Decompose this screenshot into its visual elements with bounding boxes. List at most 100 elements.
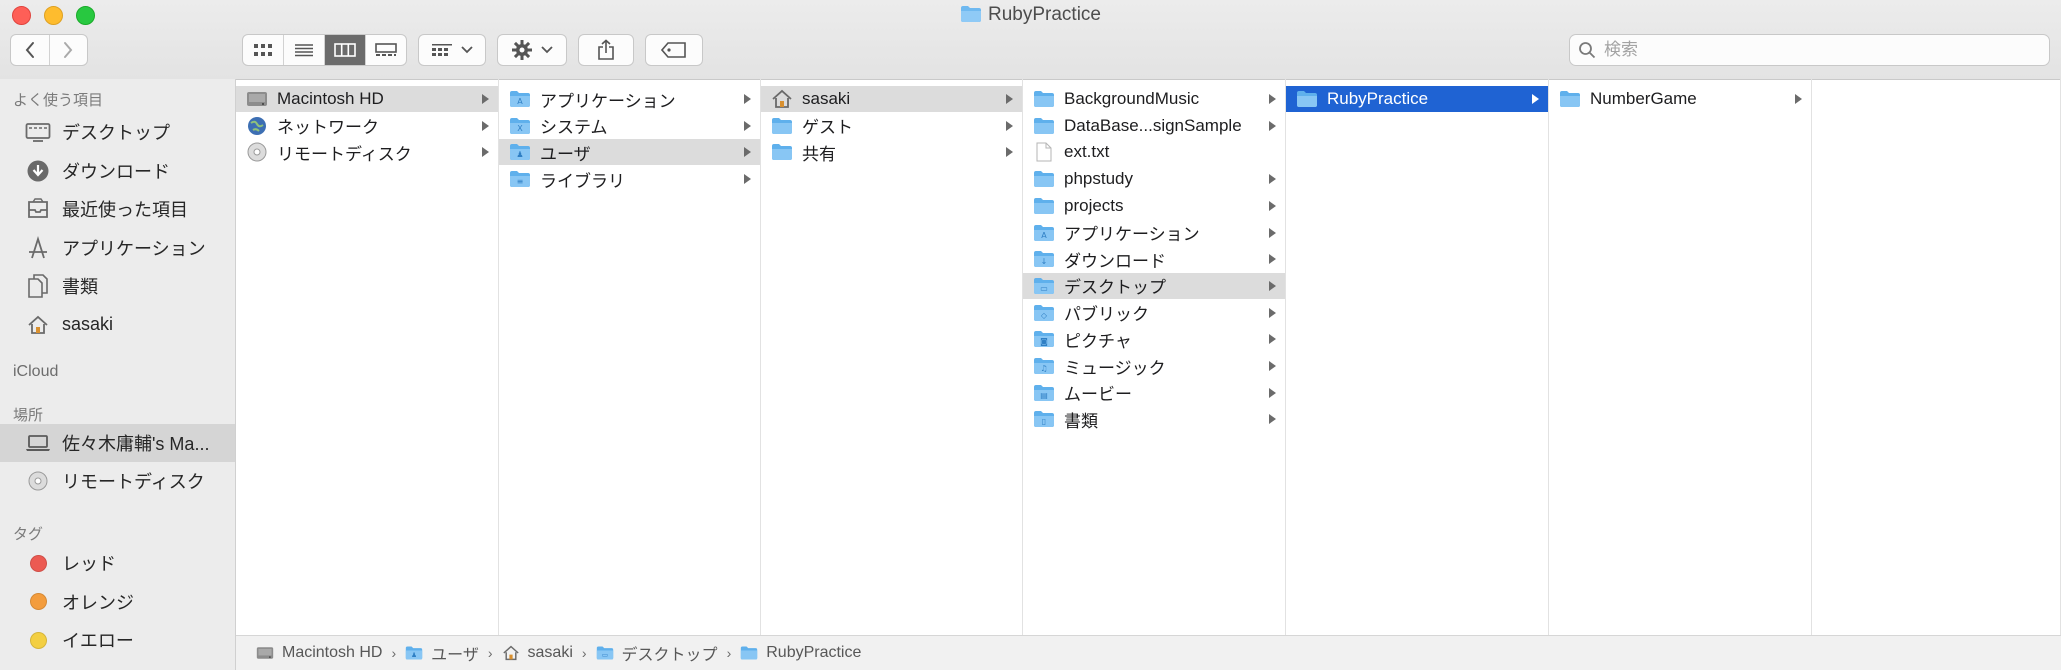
path-crumb[interactable]: ♟ ユーザ [405,641,479,665]
file-row[interactable]: X システム [499,113,760,139]
group-by-button[interactable] [418,34,486,66]
path-crumb[interactable]: ▭ デスクトップ [596,641,718,665]
file-name: sasaki [802,89,851,108]
file-row[interactable]: ext.txt [1023,139,1285,165]
sidebar-item[interactable]: リモートディスク [0,462,235,500]
tag-color-dot-icon [25,550,51,576]
path-crumb[interactable]: sasaki [502,644,573,662]
disclosure-arrow-icon [1268,120,1276,131]
gear-icon [512,40,532,60]
file-row[interactable]: ≡ ライブラリ [499,166,760,192]
folder-icon [960,5,982,31]
sidebar-item[interactable]: アプリケーション [0,229,235,267]
icloud-header[interactable]: iCloud [13,363,58,381]
public-folder-icon: ◇ [1033,303,1055,323]
disclosure-arrow-icon [481,94,489,104]
folder-icon [1296,89,1318,109]
file-row[interactable]: phpstudy [1023,166,1285,192]
disclosure-arrow [1002,93,1016,105]
file-name: 共有 [802,144,836,164]
file-row[interactable]: ♟ ユーザ [499,139,760,166]
disclosure-arrow [1265,333,1279,345]
file-name: ムービー [1064,385,1132,405]
file-row[interactable]: ◇ パブリック [1023,300,1285,326]
search-field[interactable] [1569,34,2050,66]
browser-column-2: A アプリケーション X システム ♟ ユーザ ≡ ライブラリ [499,79,761,635]
forward-button[interactable] [50,35,88,65]
back-button[interactable] [11,35,50,65]
sidebar-item[interactable]: 書類 [0,267,235,305]
sidebar-item[interactable]: ダウンロード [0,152,235,190]
columns-icon [334,43,356,57]
sidebar-item[interactable]: オレンジ [0,583,235,621]
chevron-right-icon: › [581,645,587,661]
disclosure-arrow [1265,307,1279,319]
disclosure-arrow-icon [1005,94,1013,104]
svg-text:▯: ▯ [1042,417,1046,426]
search-input[interactable] [1602,39,2026,61]
file-row[interactable]: ゲスト [761,113,1022,139]
path-crumb-label: sasaki [527,644,573,661]
file-row[interactable]: ↓ ダウンロード [1023,246,1285,272]
path-crumb[interactable]: RubyPractice [740,644,861,662]
file-row[interactable]: 共有 [761,139,1022,165]
sidebar-item-label: デスクトップ [62,123,170,143]
icon-view-button[interactable] [243,35,284,65]
disclosure-arrow-icon [1005,120,1013,131]
edit-tags-button[interactable] [645,34,703,66]
svg-text:▤: ▤ [1040,391,1048,400]
file-row[interactable]: ▭ デスクトップ [1023,272,1285,299]
column-view-button[interactable] [325,35,366,65]
path-crumb[interactable]: Macintosh HD [256,644,382,662]
file-row[interactable]: A アプリケーション [499,86,760,112]
disclosure-arrow [1265,387,1279,399]
tag-color-dot-icon [25,589,51,615]
disclosure-arrow-icon [743,147,751,158]
file-name: DataBase...signSample [1064,115,1242,135]
file-row[interactable]: BackgroundMusic [1023,86,1285,112]
share-button[interactable] [578,34,634,66]
file-row[interactable]: RubyPractice [1286,86,1548,112]
file-row[interactable]: sasaki [761,86,1022,112]
list-view-button[interactable] [284,35,325,65]
gallery-view-button[interactable] [366,35,406,65]
sidebar-item-label: アプリケーション [62,238,206,259]
share-icon [598,39,614,60]
sidebar-item[interactable]: デスクトップ [0,113,235,151]
sidebar-item[interactable]: イエロー [0,621,235,659]
disk-icon [246,89,268,109]
disclosure-arrow [1265,173,1279,185]
sidebar-item[interactable]: sasaki [0,306,235,344]
recents-icon [25,196,51,222]
disclosure-arrow-icon [481,120,489,131]
file-row[interactable]: ♫ ミュージック [1023,353,1285,379]
file-row[interactable]: ◙ ピクチャ [1023,326,1285,352]
file-row[interactable]: リモートディスク [236,139,498,165]
favorites-header: よく使う項目 [13,92,104,109]
file-name: ext.txt [1064,142,1110,162]
file-row[interactable]: ネットワーク [236,113,498,139]
applications-folder-icon: A [509,89,531,109]
file-row[interactable]: projects [1023,193,1285,219]
file-name: システム [540,118,608,138]
svg-text:X: X [517,124,523,133]
file-row[interactable]: DataBase...signSample [1023,113,1285,139]
file-row[interactable]: ▯ 書類 [1023,406,1285,432]
download-icon [25,158,51,184]
desktop-folder-icon: ▭ [596,644,616,662]
applications-folder-icon: A [1033,223,1055,243]
folder-icon [1033,116,1055,136]
file-row[interactable]: ▤ ムービー [1023,380,1285,406]
file-row[interactable]: NumberGame [1549,86,1811,112]
path-crumb-label: ユーザ [431,647,479,664]
file-row[interactable]: A アプリケーション [1023,220,1285,246]
action-menu-button[interactable] [497,34,567,66]
disclosure-arrow [1002,120,1016,132]
disc-icon [25,468,51,494]
disclosure-arrow-icon [1268,414,1276,425]
file-row[interactable]: Macintosh HD [236,86,498,112]
sidebar-item[interactable]: 最近使った項目 [0,190,235,228]
sidebar-item[interactable]: 佐々木庸輔's Ma... [0,424,235,462]
path-crumb-label: デスクトップ [621,647,718,664]
sidebar-item[interactable]: レッド [0,544,235,582]
